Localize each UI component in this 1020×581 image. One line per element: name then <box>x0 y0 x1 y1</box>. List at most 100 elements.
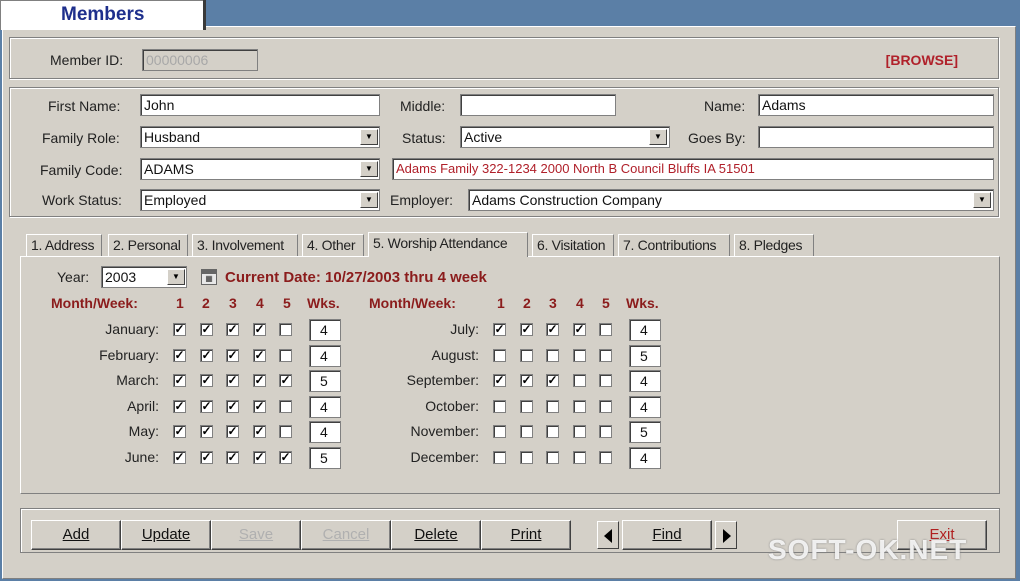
dropdown-arrow-icon[interactable]: ▼ <box>167 269 185 285</box>
week-1-checkbox[interactable]: ✓ <box>493 374 506 387</box>
week-2-checkbox[interactable] <box>520 425 533 438</box>
week-2-checkbox[interactable]: ✓ <box>200 323 213 336</box>
print-button[interactable]: Print <box>481 520 571 550</box>
employer-select[interactable]: Adams Construction Company <box>468 189 994 211</box>
week-1-checkbox[interactable] <box>493 425 506 438</box>
weeks-count-field[interactable]: 5 <box>309 370 341 392</box>
weeks-count-field[interactable]: 4 <box>309 421 341 443</box>
tab-personal[interactable]: 2. Personal <box>108 234 188 256</box>
week-2-checkbox[interactable]: ✓ <box>200 374 213 387</box>
week-5-checkbox[interactable] <box>599 400 612 413</box>
week-4-checkbox[interactable]: ✓ <box>253 374 266 387</box>
week-1-checkbox[interactable]: ✓ <box>173 451 186 464</box>
weeks-count-field[interactable]: 4 <box>309 396 341 418</box>
prev-arrow-icon[interactable] <box>597 521 619 549</box>
week-1-checkbox[interactable]: ✓ <box>173 323 186 336</box>
week-1-checkbox[interactable]: ✓ <box>173 425 186 438</box>
week-4-checkbox[interactable] <box>573 425 586 438</box>
dropdown-arrow-icon[interactable]: ▼ <box>973 192 991 208</box>
week-1-checkbox[interactable] <box>493 451 506 464</box>
week-5-checkbox[interactable]: ✓ <box>279 374 292 387</box>
week-5-checkbox[interactable]: ✓ <box>279 451 292 464</box>
work-status-select[interactable]: Employed <box>140 189 380 211</box>
week-5-checkbox[interactable] <box>599 451 612 464</box>
tab-visitation[interactable]: 6. Visitation <box>532 234 614 256</box>
week-5-checkbox[interactable] <box>599 349 612 362</box>
middle-field[interactable] <box>460 94 616 116</box>
tab-involvement[interactable]: 3. Involvement <box>192 234 298 256</box>
dropdown-arrow-icon[interactable]: ▼ <box>360 161 378 177</box>
weeks-count-field[interactable]: 4 <box>309 319 341 341</box>
week-3-checkbox[interactable] <box>546 425 559 438</box>
family-code-select[interactable]: ADAMS <box>140 158 380 180</box>
update-button[interactable]: Update <box>121 520 211 550</box>
status-select[interactable]: Active <box>460 126 670 148</box>
goes-by-field[interactable] <box>758 126 994 148</box>
weeks-count-field[interactable]: 5 <box>309 447 341 469</box>
dropdown-arrow-icon[interactable]: ▼ <box>649 129 667 145</box>
week-4-checkbox[interactable]: ✓ <box>253 349 266 362</box>
week-1-checkbox[interactable] <box>493 349 506 362</box>
tab-contributions[interactable]: 7. Contributions <box>618 234 730 256</box>
weeks-count-field[interactable]: 4 <box>629 396 661 418</box>
save-button[interactable]: Save <box>211 520 301 550</box>
week-1-checkbox[interactable]: ✓ <box>173 349 186 362</box>
week-4-checkbox[interactable]: ✓ <box>253 323 266 336</box>
week-5-checkbox[interactable] <box>599 323 612 336</box>
week-4-checkbox[interactable]: ✓ <box>253 425 266 438</box>
week-1-checkbox[interactable]: ✓ <box>173 400 186 413</box>
weeks-count-field[interactable]: 4 <box>309 345 341 367</box>
week-3-checkbox[interactable]: ✓ <box>546 323 559 336</box>
weeks-count-field[interactable]: 5 <box>629 345 661 367</box>
week-3-checkbox[interactable]: ✓ <box>546 374 559 387</box>
week-3-checkbox[interactable]: ✓ <box>226 425 239 438</box>
week-4-checkbox[interactable] <box>573 374 586 387</box>
week-3-checkbox[interactable]: ✓ <box>226 323 239 336</box>
week-2-checkbox[interactable]: ✓ <box>520 374 533 387</box>
weeks-count-field[interactable]: 5 <box>629 421 661 443</box>
tab-pledges[interactable]: 8. Pledges <box>734 234 814 256</box>
week-4-checkbox[interactable]: ✓ <box>573 323 586 336</box>
week-4-checkbox[interactable]: ✓ <box>253 451 266 464</box>
add-button[interactable]: Add <box>31 520 121 550</box>
week-5-checkbox[interactable] <box>279 400 292 413</box>
weeks-count-field[interactable]: 4 <box>629 319 661 341</box>
week-1-checkbox[interactable] <box>493 400 506 413</box>
dropdown-arrow-icon[interactable]: ▼ <box>360 192 378 208</box>
week-3-checkbox[interactable]: ✓ <box>226 374 239 387</box>
week-5-checkbox[interactable] <box>279 425 292 438</box>
week-5-checkbox[interactable] <box>279 349 292 362</box>
week-4-checkbox[interactable]: ✓ <box>253 400 266 413</box>
week-4-checkbox[interactable] <box>573 349 586 362</box>
cancel-button[interactable]: Cancel <box>301 520 391 550</box>
week-3-checkbox[interactable] <box>546 451 559 464</box>
week-5-checkbox[interactable] <box>599 425 612 438</box>
week-2-checkbox[interactable] <box>520 400 533 413</box>
week-2-checkbox[interactable] <box>520 451 533 464</box>
week-3-checkbox[interactable]: ✓ <box>226 400 239 413</box>
week-4-checkbox[interactable] <box>573 400 586 413</box>
first-name-field[interactable]: John <box>140 94 380 116</box>
tab-worship-attendance[interactable]: 5. Worship Attendance <box>368 232 528 257</box>
week-2-checkbox[interactable]: ✓ <box>200 349 213 362</box>
tab-other[interactable]: 4. Other <box>302 234 364 256</box>
week-3-checkbox[interactable]: ✓ <box>226 451 239 464</box>
week-1-checkbox[interactable]: ✓ <box>493 323 506 336</box>
week-3-checkbox[interactable] <box>546 349 559 362</box>
weeks-count-field[interactable]: 4 <box>629 447 661 469</box>
week-5-checkbox[interactable] <box>279 323 292 336</box>
week-3-checkbox[interactable] <box>546 400 559 413</box>
week-2-checkbox[interactable]: ✓ <box>520 323 533 336</box>
next-arrow-icon[interactable] <box>715 521 737 549</box>
week-3-checkbox[interactable]: ✓ <box>226 349 239 362</box>
week-1-checkbox[interactable]: ✓ <box>173 374 186 387</box>
week-4-checkbox[interactable] <box>573 451 586 464</box>
dropdown-arrow-icon[interactable]: ▼ <box>360 129 378 145</box>
family-role-select[interactable]: Husband <box>140 126 380 148</box>
week-2-checkbox[interactable]: ✓ <box>200 451 213 464</box>
tab-address[interactable]: 1. Address <box>26 234 102 256</box>
weeks-count-field[interactable]: 4 <box>629 370 661 392</box>
find-button[interactable]: Find <box>622 520 712 550</box>
week-2-checkbox[interactable] <box>520 349 533 362</box>
last-name-field[interactable]: Adams <box>758 94 994 116</box>
